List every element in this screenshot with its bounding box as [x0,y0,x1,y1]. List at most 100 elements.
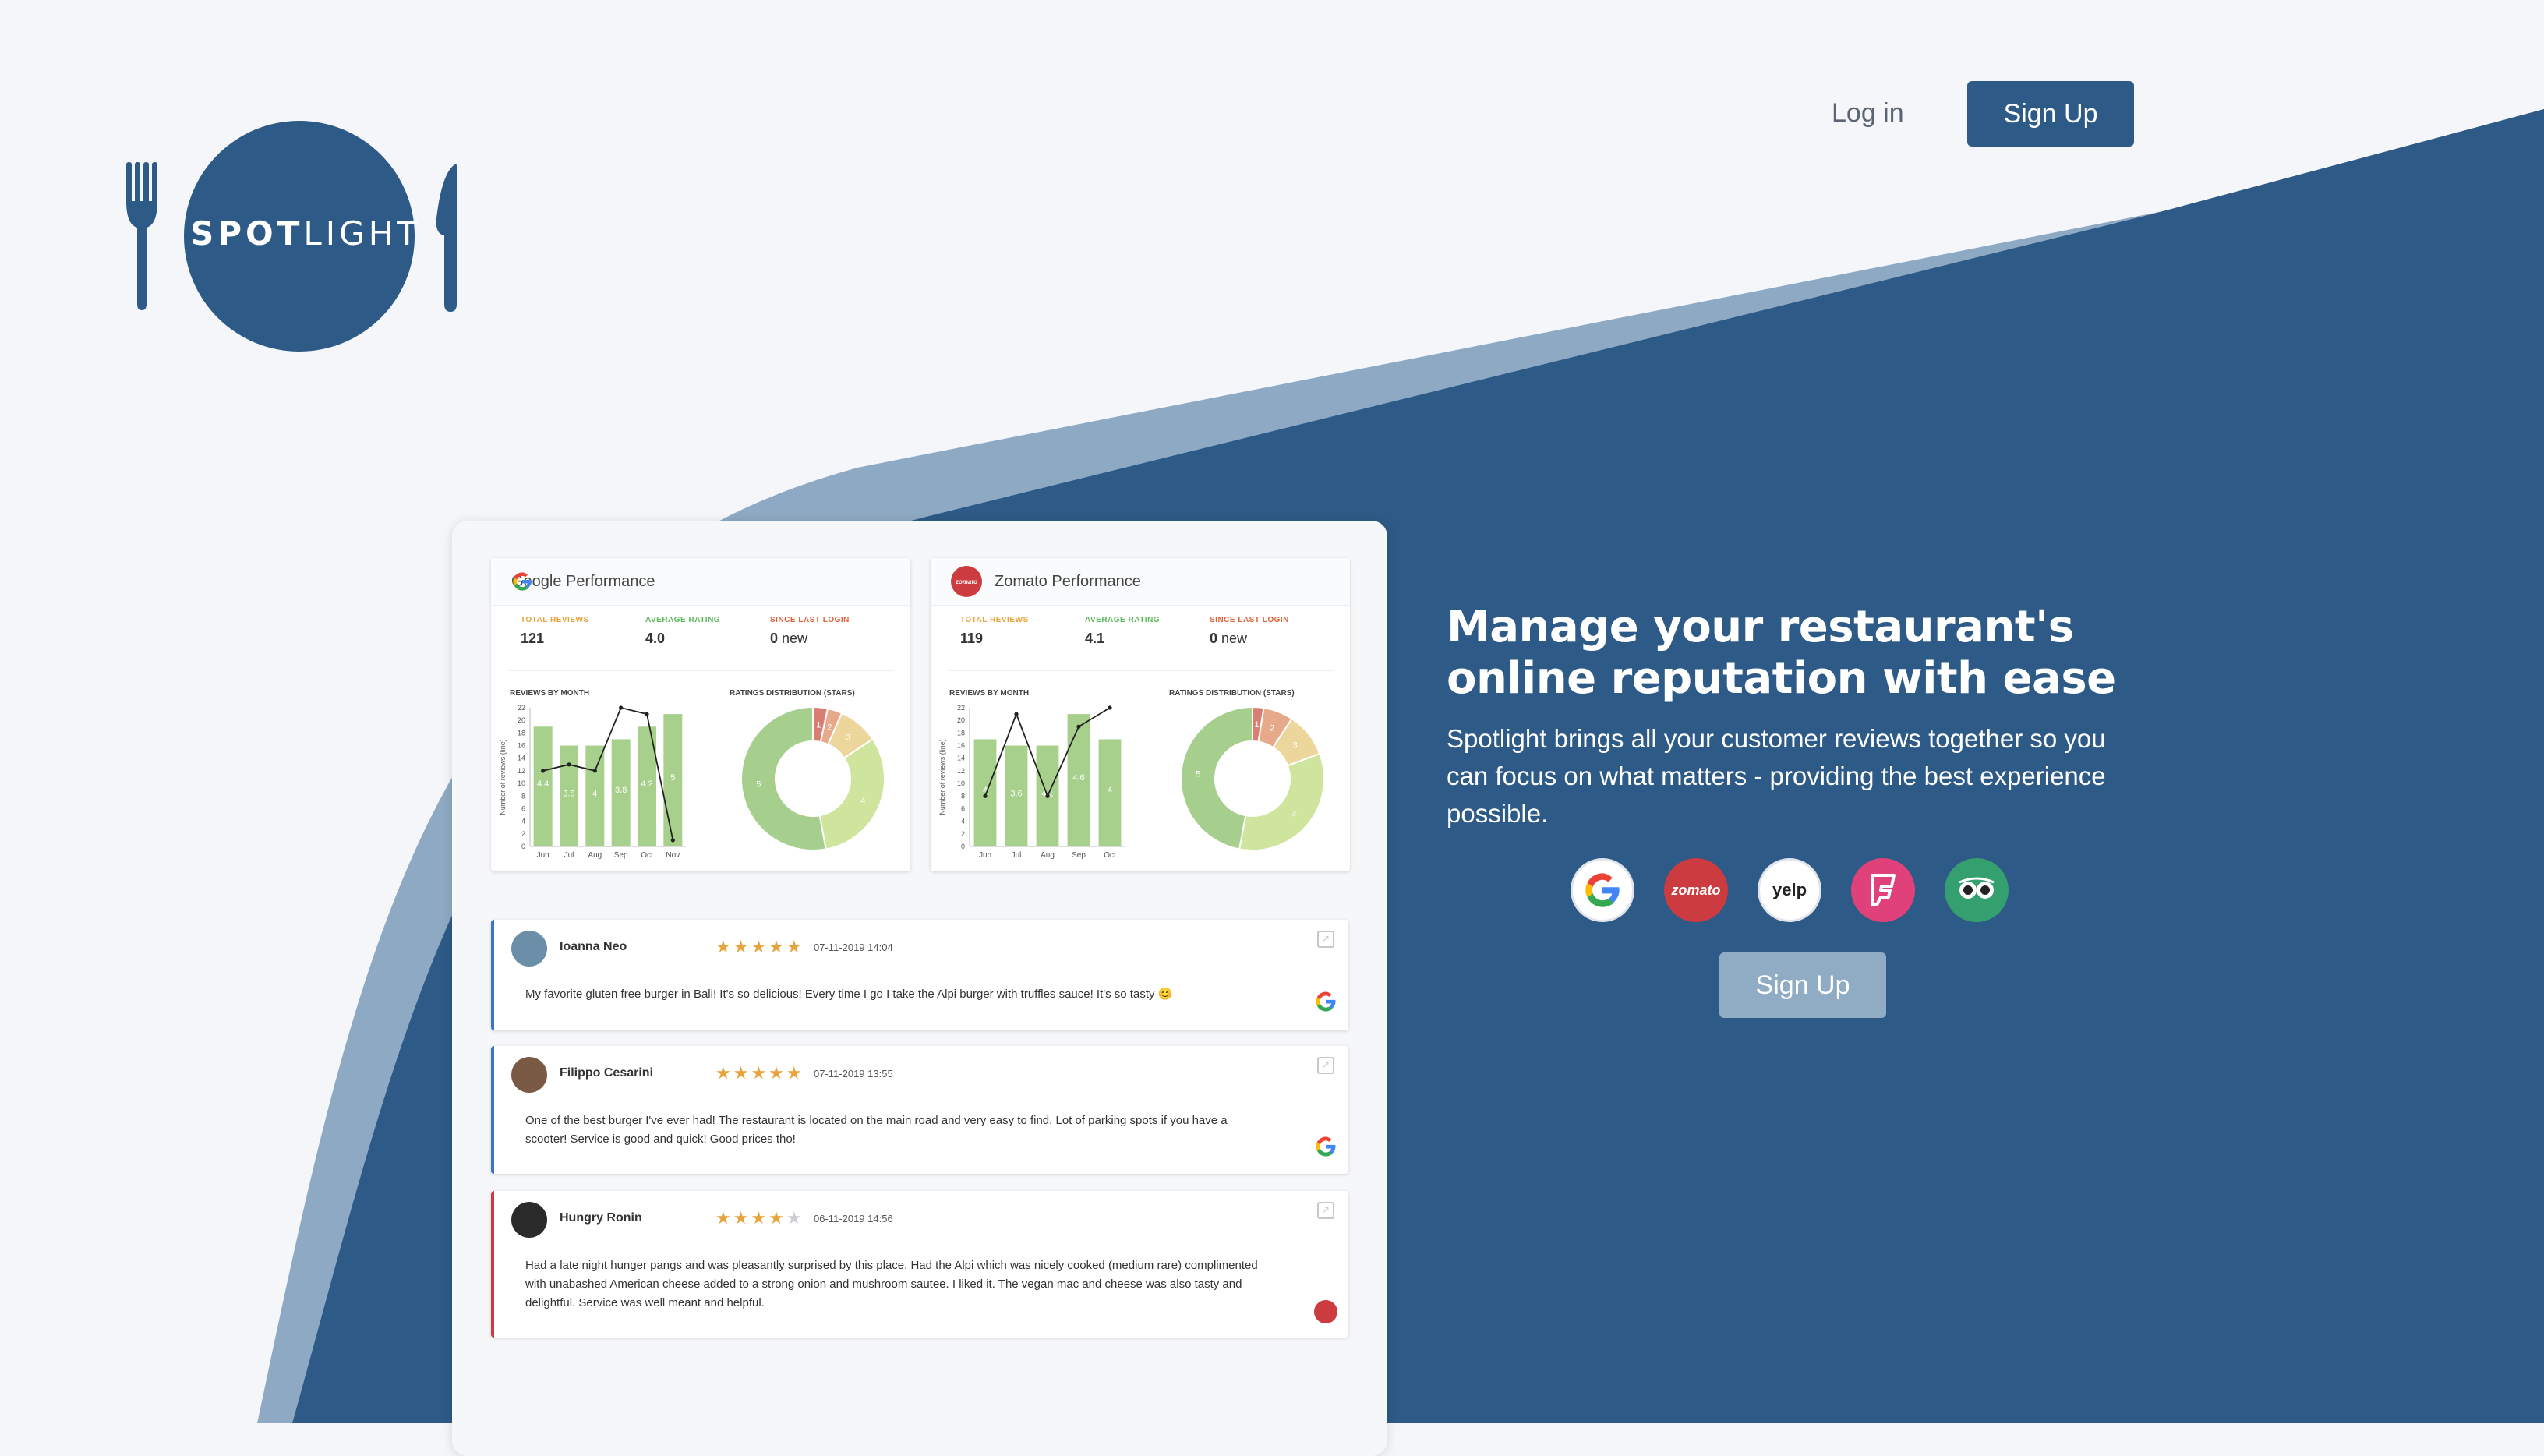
reviewer-name: Ioanna Neo [560,940,627,953]
bar-label: 4 [1108,786,1112,795]
reviews-by-month-label: REVIEWS BY MONTH [510,689,590,698]
zomato-since-last-login: SINCE LAST LOGIN 0 new [1210,616,1334,647]
bar-label: 4.6 [1072,773,1084,783]
zomato-average-rating: AVERAGE RATING 4.1 [1085,616,1210,647]
hero-signup-button[interactable]: Sign Up [1719,952,1886,1018]
y-tick-label: 6 [961,804,965,812]
stat-value: 119 [960,631,984,646]
x-tick-label: Nov [666,851,680,860]
ratings-distribution-label: RATINGS DISTRIBUTION (STARS) [1169,689,1295,698]
bar-label: 4.2 [641,779,652,789]
google-icon [1316,1136,1336,1157]
star-icon: ★★★★★ [716,1063,804,1083]
line-point [1108,705,1112,710]
bar-label: 5 [670,773,675,783]
star-empty-icon: ★ [786,1208,804,1228]
y-tick-label: 4 [521,818,525,825]
donut-label: 3 [1293,740,1298,750]
google-since-last-login: SINCE LAST LOGIN 0 new [770,616,895,647]
y-tick-label: 2 [521,830,525,838]
open-external-icon[interactable]: ↗ [1317,1057,1334,1074]
zomato-ratings-donut: 1 2 3 4 5 [1180,705,1325,851]
review-card[interactable]: Filippo Cesarini ★★★★★ 07-11-2019 13:55 … [491,1046,1348,1174]
reviews-by-month-label: REVIEWS BY MONTH [949,689,1030,698]
x-tick-label: Sep [1072,851,1086,860]
reviewer-name: Hungry Ronin [560,1211,642,1225]
google-total-reviews: TOTAL REVIEWS 121 [521,616,645,647]
x-tick-label: Jul [1012,851,1022,860]
y-tick-label: 8 [521,792,525,800]
line-point [670,838,675,843]
logo-wordmark-bold: SPOT [190,214,304,253]
reviewer-name: Filippo Cesarini [560,1066,654,1080]
y-axis-label: Number of reviews (line) [499,739,507,815]
review-date: 06-11-2019 14:56 [814,1213,893,1225]
x-tick-label: Jun [537,851,549,860]
review-date: 07-11-2019 14:04 [814,942,893,953]
y-tick-label: 2 [961,830,965,838]
google-icon [1571,858,1634,922]
header-signup-button[interactable]: Sign Up [1967,81,2134,147]
zomato-reviews-by-month-chart: Number of reviews (line) 0 2 4 6 8 10 12 14 16 18 2… [938,704,1125,860]
star-icon: ★★★★★ [716,937,804,956]
foursquare-icon [1851,858,1915,922]
since-login-unit: new [782,631,808,646]
hero-subtitle: Spotlight brings all your customer revie… [1447,724,2106,828]
fork-icon [126,162,157,310]
y-tick-label: 22 [957,704,965,712]
login-link[interactable]: Log in [1832,98,1904,129]
y-tick-label: 16 [957,742,965,750]
review-card[interactable]: Hungry Ronin ★★★★★ 06-11-2019 14:56 Had … [491,1191,1348,1338]
review-sources: zomato yelp [1571,858,2009,922]
star-rating: ★★★★★ [716,937,804,957]
zomato-panel-header: zomato Zomato Performance [931,558,1350,606]
review-text: My favorite gluten free burger in Bali! … [525,988,1173,1001]
line-point [541,769,546,773]
y-tick-label: 8 [961,792,965,800]
star-rating: ★★★★★ [716,1063,804,1083]
y-tick-label: 12 [518,767,525,775]
line-point [1014,712,1019,716]
bar-label: 4.4 [537,779,549,789]
google-stats: TOTAL REVIEWS 121 AVERAGE RATING 4.0 SIN… [521,616,895,647]
line-point [983,793,988,798]
x-tick-label: Oct [641,851,653,860]
x-tick-label: Sep [614,851,628,860]
y-tick-label: 18 [957,729,965,737]
y-axis-label: Number of reviews (line) [938,739,946,815]
y-tick-label: 6 [521,804,525,812]
y-tick-label: 10 [518,779,525,787]
google-panel-header: Google Performance [491,558,910,606]
open-external-icon[interactable]: ↗ [1317,931,1334,948]
zomato-stats: TOTAL REVIEWS 119 AVERAGE RATING 4.1 SIN… [960,616,1334,647]
donut-label: 5 [1196,770,1200,779]
donut-label: 4 [1291,810,1296,819]
donut-slice [1180,705,1253,850]
stat-label: TOTAL REVIEWS [521,616,589,624]
star-rating: ★★★★★ [716,1208,804,1228]
stat-value: 0 new [770,631,895,647]
bar-label: 3.8 [615,786,627,795]
donut-label: 1 [816,720,821,730]
yelp-label: yelp [1772,880,1807,899]
yelp-icon: yelp [1758,858,1821,922]
review-card[interactable]: Ioanna Neo ★★★★★ 07-11-2019 14:04 My fav… [491,920,1348,1030]
stat-label: AVERAGE RATING [645,616,721,624]
since-login-count: 0 [1210,631,1218,646]
x-tick-label: Aug [588,851,602,860]
bar-label: 3.6 [1010,789,1022,798]
stat-value: 4.1 [1085,631,1105,646]
stat-value: 4.0 [645,631,666,646]
y-tick-label: 12 [957,767,965,775]
review-date: 07-11-2019 13:55 [814,1068,893,1080]
since-login-unit: new [1221,631,1248,646]
zomato-performance-panel: zomato Zomato Performance TOTAL REVIEWS … [931,558,1350,871]
bar-label: 3.8 [563,789,574,798]
stat-label: TOTAL REVIEWS [960,616,1029,624]
zomato-panel-title: Zomato Performance [995,572,1141,590]
donut-slice [1238,752,1325,851]
google-performance-panel: Google Performance TOTAL REVIEWS 121 AVE… [491,558,910,871]
avatar [511,1057,547,1093]
panel-divider [948,670,1333,671]
open-external-icon[interactable]: ↗ [1317,1202,1334,1219]
